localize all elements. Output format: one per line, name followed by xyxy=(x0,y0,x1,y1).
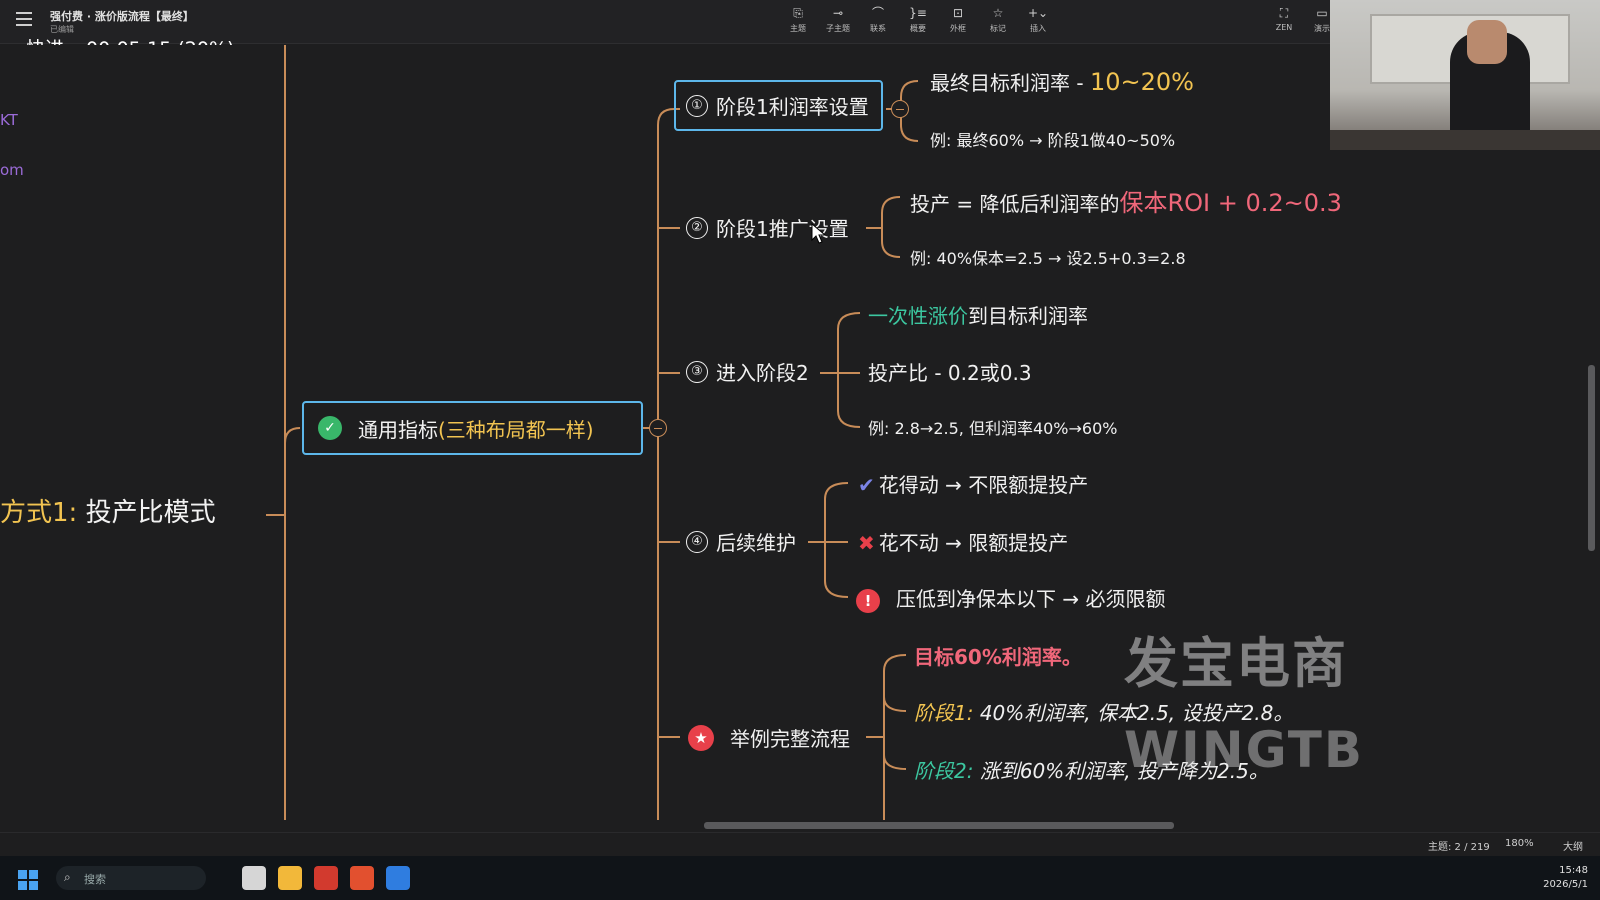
zen-mode-button[interactable]: ⛶ ZEN xyxy=(1270,5,1298,32)
file-explorer-icon[interactable] xyxy=(278,866,302,890)
task-view-icon[interactable] xyxy=(242,866,266,890)
topic-icon: ⎘ xyxy=(793,6,803,20)
leaf-example[interactable]: 例: 最终60% → 阶段1做40~50% xyxy=(930,127,1175,151)
checkmark-icon: ✔ xyxy=(858,473,875,497)
zoom-level[interactable]: 180% xyxy=(1505,838,1534,849)
warning-icon: ! xyxy=(856,589,880,613)
star-icon: ★ xyxy=(688,724,714,751)
branch-maintenance[interactable]: ④ 后续维护 xyxy=(686,527,796,556)
present-button[interactable]: ▭ 演示 xyxy=(1312,5,1332,34)
side-text-fragment: om xyxy=(0,161,24,179)
insert-button[interactable]: +⌄ 插入 xyxy=(1022,5,1054,34)
summary-icon: }≡ xyxy=(909,6,927,20)
number-circle-icon: ① xyxy=(686,94,708,117)
mouse-cursor-icon xyxy=(811,223,827,244)
system-clock[interactable]: 15:48 2026/5/1 xyxy=(1538,864,1588,892)
collapse-toggle[interactable] xyxy=(891,100,909,118)
taskbar: ⌕ 搜索 15:48 2026/5/1 xyxy=(0,856,1600,900)
number-circle-icon: ② xyxy=(686,216,708,239)
insert-icon: +⌄ xyxy=(1027,6,1049,20)
document-title: 强付费 · 涨价版流程【最终】 xyxy=(50,10,194,23)
leaf-roi-formula[interactable]: 投产 = 降低后利润率的保本ROI + 0.2~0.3 xyxy=(910,183,1342,218)
branch-enter-stage2[interactable]: ③ 进入阶段2 xyxy=(686,357,809,386)
webcam-overlay xyxy=(1330,0,1600,150)
number-circle-icon: ④ xyxy=(686,530,708,553)
scrollbar-thumb[interactable] xyxy=(704,822,1174,829)
main-topic[interactable]: ✓ 通用指标 (三种布局都一样) xyxy=(302,401,643,455)
root-topic[interactable]: 方式1: 投产比模式 xyxy=(0,492,216,529)
windows-start-icon[interactable] xyxy=(18,870,38,890)
check-circle-icon: ✓ xyxy=(318,416,342,440)
vertical-scrollbar[interactable] xyxy=(1588,365,1595,551)
leaf-target-margin[interactable]: 最终目标利润率 - 10~20% xyxy=(930,67,1194,96)
collapse-toggle[interactable] xyxy=(649,419,667,437)
branch-stage1-margin[interactable]: ① 阶段1利润率设置 xyxy=(674,80,883,131)
connector-lines xyxy=(266,45,919,822)
search-icon: ⌕ xyxy=(64,870,71,884)
watermark-text: WINGTB xyxy=(1124,721,1364,779)
cross-icon: ✖ xyxy=(858,531,875,555)
mindmap-canvas[interactable]: KT om 方式1: 投产比模式 ✓ 通用指标 (三种布局都一样) ① 阶段1利… xyxy=(0,45,1600,822)
horizontal-scrollbar[interactable] xyxy=(0,820,1600,830)
leaf-cannot-spend[interactable]: ✖ 花不动 → 限额提投产 xyxy=(858,527,1068,556)
leaf-example[interactable]: 例: 40%保本=2.5 → 设2.5+0.3=2.8 xyxy=(910,245,1186,269)
relationship-icon: ⌒ xyxy=(871,6,884,20)
topic-button[interactable]: ⎘ 主题 xyxy=(782,5,814,34)
leaf-must-limit[interactable]: ! 压低到净保本以下 → 必须限额 xyxy=(856,583,1165,613)
number-circle-icon: ③ xyxy=(686,360,708,383)
subtopic-button[interactable]: ⊸ 子主题 xyxy=(822,5,854,34)
wps-icon[interactable] xyxy=(314,866,338,890)
taskbar-search[interactable]: ⌕ 搜索 xyxy=(56,866,206,890)
marker-icon: ☆ xyxy=(992,6,1004,20)
leaf-one-time-raise[interactable]: 一次性涨价到目标利润率 xyxy=(868,300,1088,329)
leaf-example[interactable]: 例: 2.8→2.5, 但利润率40%→60% xyxy=(868,415,1117,439)
marker-button[interactable]: ☆ 标记 xyxy=(982,5,1014,34)
app-icon[interactable] xyxy=(386,866,410,890)
status-bar: 主题: 2 / 219 180% 大纲 xyxy=(0,832,1600,854)
insert-tools: ⎘ 主题 ⊸ 子主题 ⌒ 联系 }≡ 概要 ⊡ 外框 ☆ 标记 +⌄ 插入 xyxy=(782,5,1054,34)
relationship-button[interactable]: ⌒ 联系 xyxy=(862,5,894,34)
side-text-fragment: KT xyxy=(0,111,18,129)
xmind-icon[interactable] xyxy=(350,866,374,890)
avatar xyxy=(1467,20,1507,64)
branch-full-example[interactable]: ★ 举例完整流程 xyxy=(688,723,850,752)
watermark-text: 发宝电商 xyxy=(1124,632,1348,695)
summary-button[interactable]: }≡ 概要 xyxy=(902,5,934,34)
leaf-roi-adjust[interactable]: 投产比 - 0.2或0.3 xyxy=(868,357,1032,386)
topic-count: 主题: 2 / 219 xyxy=(1428,842,1490,853)
fullscreen-icon: ⛶ xyxy=(1279,6,1289,20)
boundary-button[interactable]: ⊡ 外框 xyxy=(942,5,974,34)
subtopic-icon: ⊸ xyxy=(832,6,844,20)
leaf-target-60[interactable]: 目标60%利润率。 xyxy=(914,641,1082,670)
presentation-icon: ▭ xyxy=(1316,6,1328,20)
boundary-icon: ⊡ xyxy=(952,6,964,20)
hamburger-menu-icon[interactable] xyxy=(16,12,32,26)
leaf-can-spend[interactable]: ✔ 花得动 → 不限额提投产 xyxy=(858,469,1088,498)
outline-button[interactable]: 大纲 xyxy=(1563,838,1583,853)
